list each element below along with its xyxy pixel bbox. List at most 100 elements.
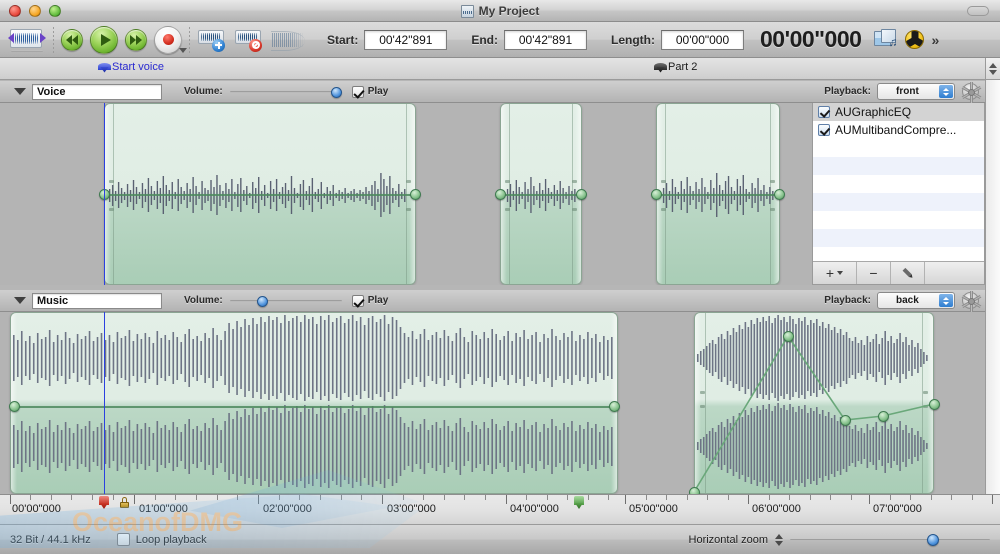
vertical-scrollbar[interactable]	[985, 80, 1000, 494]
audio-editor-window: My Project Start: 00'42"891 End: 00'42"8…	[0, 0, 1000, 554]
marker-start-voice[interactable]: Start voice	[98, 61, 164, 73]
toolbar-toggle-button[interactable]	[967, 6, 989, 16]
gear-icon-voice[interactable]	[961, 82, 982, 103]
volume-label: Volume:	[184, 86, 223, 97]
list-item-empty[interactable]	[813, 139, 984, 157]
effect-label: AUGraphicEQ	[835, 105, 912, 119]
length-input[interactable]: 00'00"000	[661, 29, 745, 50]
marker-gem-icon	[98, 62, 111, 73]
playback-select-music[interactable]: back	[877, 292, 955, 309]
lock-icon[interactable]	[120, 497, 129, 508]
envelope-node[interactable]	[409, 188, 421, 200]
envelope-node[interactable]	[928, 398, 940, 410]
record-button-group[interactable]	[154, 25, 187, 54]
rewind-button[interactable]	[61, 28, 83, 51]
list-item[interactable]: AUGraphicEQ	[813, 103, 984, 121]
effect-checkbox[interactable]	[818, 124, 830, 136]
gear-icon-music[interactable]	[961, 291, 982, 312]
end-field-group: End: 00'42"891	[471, 29, 588, 50]
time-label: 00'00"000	[12, 503, 61, 515]
start-input[interactable]: 00'42"891	[364, 29, 448, 50]
audio-clip[interactable]	[10, 312, 618, 494]
marker-ruler[interactable]: Start voice Part 2	[0, 58, 985, 80]
audio-clip[interactable]	[104, 103, 416, 285]
fade-icon[interactable]	[271, 29, 305, 51]
envelope-node[interactable]	[877, 410, 889, 422]
track-name-input-music[interactable]: Music	[32, 292, 162, 309]
playhead[interactable]	[104, 103, 105, 285]
audio-clip[interactable]	[656, 103, 780, 285]
ruler-marker-start-voice[interactable]	[99, 496, 109, 509]
toolbar-overflow-icon[interactable]: »	[931, 32, 939, 48]
scroll-down-icon[interactable]	[989, 69, 997, 75]
play-button[interactable]	[90, 25, 118, 54]
fast-forward-button[interactable]	[125, 28, 147, 51]
audio-clip[interactable]	[500, 103, 582, 285]
select-waveform-icon[interactable]	[8, 27, 46, 53]
list-item-empty[interactable]	[813, 193, 984, 211]
audio-clip[interactable]	[694, 312, 934, 494]
vertical-scroll-stepper[interactable]	[985, 58, 1000, 80]
envelope-node[interactable]	[773, 188, 785, 200]
add-audio-icon[interactable]	[197, 28, 227, 52]
envelope-node[interactable]	[608, 400, 620, 412]
list-item-empty[interactable]	[813, 247, 984, 261]
track-header-voice: Voice Volume: Play Playback: front	[0, 81, 985, 103]
marker-part-2[interactable]: Part 2	[654, 61, 697, 73]
add-effect-button[interactable]: +	[813, 262, 857, 284]
envelope-node[interactable]	[8, 400, 20, 412]
transport-controls	[61, 25, 187, 54]
list-item-empty[interactable]	[813, 157, 984, 175]
remove-audio-icon[interactable]	[234, 28, 264, 52]
time-ruler[interactable]: 00'00"000 01'00"000 02'00"000 03'00"000 …	[0, 494, 1000, 525]
playhead[interactable]	[104, 312, 105, 494]
effects-list[interactable]: AUGraphicEQ AUMultibandCompre...	[813, 103, 984, 261]
disclosure-triangle-icon[interactable]	[14, 297, 26, 304]
record-menu-icon[interactable]	[179, 47, 187, 53]
list-item[interactable]: AUMultibandCompre...	[813, 121, 984, 139]
remove-effect-button[interactable]: −	[857, 262, 891, 284]
zoom-controls: Horizontal zoom	[689, 533, 990, 547]
track-lane-voice[interactable]	[0, 103, 812, 285]
envelope-node[interactable]	[494, 188, 506, 200]
record-button[interactable]	[154, 25, 182, 54]
track-lane-music[interactable]	[0, 312, 985, 494]
list-item-empty[interactable]	[813, 211, 984, 229]
export-icon[interactable]: ♫	[874, 28, 898, 51]
list-item-empty[interactable]	[813, 175, 984, 193]
zoom-down-icon[interactable]	[775, 540, 783, 546]
envelope-node[interactable]	[688, 486, 700, 494]
loop-playback-checkbox[interactable]	[116, 533, 130, 546]
envelope-node[interactable]	[839, 414, 851, 426]
playback-select-voice[interactable]: front	[877, 83, 955, 100]
effect-checkbox[interactable]	[818, 106, 830, 118]
time-label: 05'00"000	[629, 503, 678, 515]
scroll-up-icon[interactable]	[989, 62, 997, 68]
play-checkbox-music[interactable]	[351, 294, 364, 307]
disclosure-triangle-icon[interactable]	[14, 88, 26, 95]
play-checkbox-voice[interactable]	[351, 85, 364, 98]
horizontal-zoom-slider[interactable]	[790, 533, 990, 547]
edit-effect-button[interactable]	[891, 262, 925, 284]
track-header-music: Music Volume: Play Playback: back	[0, 290, 985, 312]
window-title-group: My Project	[0, 0, 1000, 22]
time-label: 06'00"000	[752, 503, 801, 515]
zoom-stepper[interactable]	[775, 533, 783, 546]
document-icon	[460, 4, 474, 18]
envelope-node[interactable]	[782, 330, 794, 342]
list-item-empty[interactable]	[813, 229, 984, 247]
volume-slider-voice[interactable]	[229, 85, 342, 99]
add-effect-label: +	[825, 265, 835, 281]
zoom-up-icon[interactable]	[775, 533, 783, 539]
track-name-input-voice[interactable]: Voice	[32, 83, 162, 100]
burn-icon[interactable]	[905, 30, 925, 49]
marker-label: Part 2	[668, 61, 698, 73]
chevron-down-icon	[837, 271, 844, 275]
playback-value: front	[896, 86, 919, 97]
envelope-node[interactable]	[650, 188, 662, 200]
loop-playback-label: Loop playback	[135, 533, 207, 546]
ruler-marker-part-2[interactable]	[574, 496, 584, 509]
volume-slider-music[interactable]	[229, 294, 342, 308]
end-input[interactable]: 00'42"891	[504, 29, 588, 50]
envelope-node[interactable]	[575, 188, 587, 200]
